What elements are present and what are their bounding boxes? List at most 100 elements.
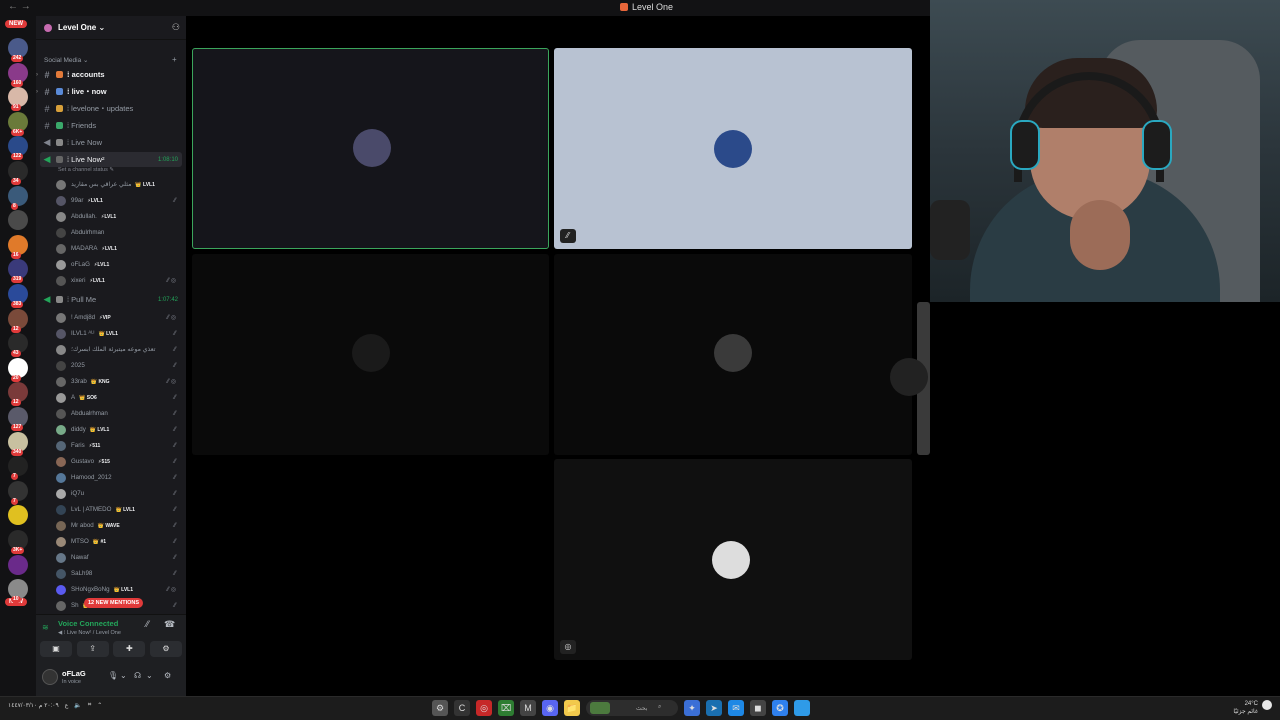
folder-icon[interactable]: 📁 [564,700,580,716]
voice-user[interactable]: MTSO 👑 #1 ⁄⁄ [56,534,182,549]
voice-user[interactable]: Hamood_2012 ⁄⁄ [56,470,182,485]
voice-user[interactable]: Faris ⚡511 ⁄⁄ [56,438,182,453]
add-friend-icon[interactable]: ⚇ [172,22,180,33]
server-icon[interactable]: 122 [8,136,28,161]
server-icon[interactable]: 34 [8,161,28,185]
voice-user[interactable]: Abdualrhman ⁄⁄ [56,406,182,421]
voice-user[interactable]: 33rab 👑 KNG ⁄⁄ ◎ [56,374,182,389]
channel-item[interactable]: # ⁞ levelone・updates [40,101,182,116]
language-icon[interactable]: ع [65,702,69,709]
server-icon[interactable]: 10 [8,579,28,604]
server-icon[interactable]: 383 [8,284,28,308]
excel-icon[interactable]: ⌧ [498,700,514,716]
mail-icon[interactable]: ✉ [728,700,744,716]
voice-user[interactable]: MADARA ⚡LVL1 [56,241,182,256]
server-icon[interactable]: 242 [8,38,28,62]
voice-user[interactable]: Nawaf ⁄⁄ [56,550,182,565]
voice-user[interactable]: xixeri ⚡LVL1 ⁄⁄ ◎ [56,273,182,288]
server-icon[interactable]: 340 [8,431,28,456]
chevron-up-icon[interactable]: ⌃ [97,702,102,709]
noise-suppression-icon[interactable]: ⁄⁄ [146,619,149,629]
soundboard-button[interactable]: ⚙ [149,641,182,657]
voice-channel-pull-me[interactable]: ◀ ⁞ Pull Me 1:07:42 [40,292,182,307]
voice-user[interactable]: 2025 ⁄⁄ [56,358,182,373]
channel-item[interactable]: › # ⁞ live・now [36,84,182,99]
taskbar-search[interactable]: بحث ⌕ [586,700,678,716]
volume-icon[interactable]: 🔈 [74,702,81,709]
server-icon[interactable] [8,554,28,575]
video-tile[interactable]: ◎ [554,459,912,660]
user-name[interactable]: oFLaG [62,669,86,678]
voice-user[interactable]: 99ar ⚡LVL1 ⁄⁄ [56,193,182,208]
server-icon[interactable]: 319 [8,259,28,284]
chevron-down-icon[interactable]: ⌄ [146,671,153,680]
channel-status-line[interactable]: Set a channel status ✎ [58,167,114,173]
add-channel-icon[interactable]: + [172,55,177,64]
camera-off-button[interactable]: ▣ [40,641,72,657]
channel-item[interactable]: › # ⁞ accounts [36,67,182,82]
video-tile[interactable] [192,48,549,249]
headset-icon[interactable]: ☊ [134,671,141,680]
server-icon[interactable] [8,505,28,526]
server-icon[interactable]: 3K+ [8,530,28,554]
clock-date[interactable]: ٢٠:٠٩ م ١٤٤٧/٠٣/١٠ [8,702,59,709]
voice-connected-location[interactable]: ◀ ⁞ Live Now² / Level One [58,630,121,636]
server-icon[interactable]: 43 [8,333,28,358]
telegram-icon[interactable]: ➤ [706,700,722,716]
server-icon[interactable] [8,210,28,231]
channel-item[interactable]: # ⁞ Friends [40,118,182,133]
settings-icon[interactable]: ⚙ [432,700,448,716]
guild-header[interactable]: Level One ⌄ ⚇ [36,16,186,40]
channel-item[interactable]: ◀ ⁞ Live Now [40,135,182,150]
server-icon[interactable]: 20 [8,357,28,382]
video-tile[interactable] [890,302,930,455]
voice-user[interactable]: ILVL1 ᴬᴸᴵ 👑 LVL1 ⁄⁄ [56,326,182,341]
voice-user[interactable]: SHoNgxBoNg 👑 LVL1 ⁄⁄ ◎ [56,582,182,597]
server-icon[interactable]: 6K+ [8,111,28,136]
server-icon[interactable]: 7 [8,480,28,505]
voice-user[interactable]: SaLh98 ⁄⁄ [56,566,182,581]
new-unread-pill-top[interactable]: NEW [5,20,27,28]
voice-user[interactable]: Abdullah. ⚡LVL1 [56,209,182,224]
weather-widget[interactable]: 24°C غائم جزئيًا [1233,700,1272,716]
copilot-colored-icon[interactable]: ✪ [772,700,788,716]
voice-user[interactable]: iQ7u ⁄⁄ [56,486,182,501]
server-icon[interactable]: 7 [8,456,28,481]
video-tile[interactable] [192,254,549,455]
video-tile[interactable] [554,254,912,455]
voice-user[interactable]: Gustavo ⚡515 ⁄⁄ [56,454,182,469]
signal-icon[interactable]: ≋ [42,623,49,632]
recorder-icon[interactable]: ◎ [476,700,492,716]
video-tile[interactable]: ⁄⁄ [554,48,912,249]
capcut-icon[interactable]: M [520,700,536,716]
server-icon[interactable]: 127 [8,407,28,431]
voice-user[interactable]: Mr abod 👑 WAVE ⁄⁄ [56,518,182,533]
microphone-icon[interactable]: 🎙 [108,671,118,680]
voice-user[interactable]: ! Amdj8d ⚡VIP ⁄⁄ ◎ [56,310,182,325]
voice-user[interactable]: Abdulrhman [56,225,182,240]
voice-user[interactable]: A 👑 SO6 ⁄⁄ [56,390,182,405]
discord-icon[interactable]: ◉ [542,700,558,716]
chevron-down-icon[interactable]: ⌄ [120,671,127,680]
windows-start-icon[interactable] [794,700,810,716]
gear-icon[interactable]: ⚙ [164,671,171,680]
store-icon[interactable]: ◼ [750,700,766,716]
back-forward-nav[interactable]: ← → [8,1,31,12]
copilot-icon[interactable]: C [454,700,470,716]
voice-user[interactable]: diddy 👑 LVL1 ⁄⁄ [56,422,182,437]
network-icon[interactable]: ⌗ [88,702,91,709]
category-social-media[interactable]: Social Media ⌄ + [44,55,177,64]
server-icon[interactable]: 91 [8,87,28,112]
server-icon[interactable]: 160 [8,62,28,87]
voice-user[interactable]: مثلي عراقي بس مقاريد 👑 LVL1 [56,177,182,192]
server-icon[interactable]: 12 [8,308,28,333]
voice-user[interactable]: oFLaG ⚡LVL1 [56,257,182,272]
server-icon[interactable]: 16 [8,234,28,259]
server-icon[interactable]: 12 [8,382,28,407]
voice-channel-live-now-2[interactable]: ◀ ⁞ Live Now² 1:08:10 [40,152,182,167]
activities-button[interactable]: ✚ [113,641,146,657]
voice-user[interactable]: LvL | ATMEDO 👑 LVL1 ⁄⁄ [56,502,182,517]
screen-share-button[interactable]: ⇪ [76,641,109,657]
disconnect-icon[interactable]: ☎ [164,619,175,630]
guild-name[interactable]: Level One ⌄ [58,23,105,32]
